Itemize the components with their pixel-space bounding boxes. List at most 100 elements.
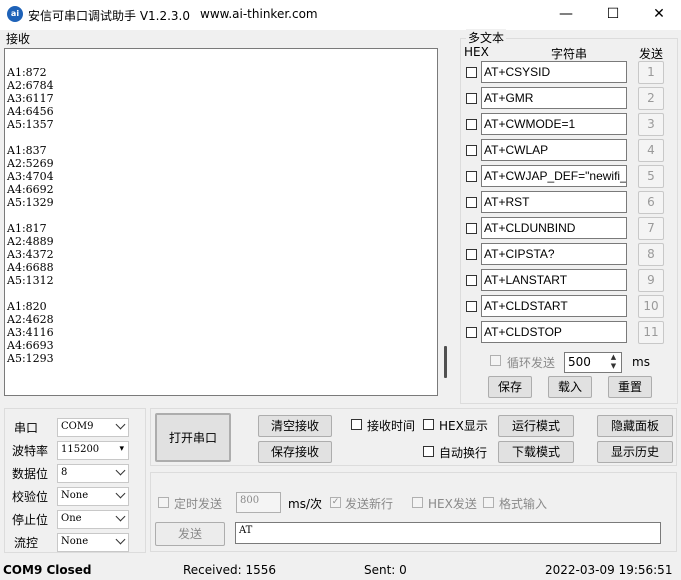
multi-text-hex-checkbox[interactable] xyxy=(466,301,477,312)
window-url: www.ai-thinker.com xyxy=(200,7,318,21)
multi-text-hex-checkbox[interactable] xyxy=(466,93,477,104)
multi-text-hex-checkbox[interactable] xyxy=(466,171,477,182)
sent-count: Sent: 0 xyxy=(364,563,407,577)
multi-text-input[interactable]: AT+CWMODE=1 xyxy=(481,113,627,135)
close-icon[interactable]: ✕ xyxy=(636,0,681,30)
open-port-button[interactable]: 打开串口 xyxy=(155,413,231,462)
multi-text-input[interactable]: AT+CLDSTOP xyxy=(481,321,627,343)
multi-text-title: 多文本 xyxy=(466,29,507,46)
multi-text-string-header: 字符串 xyxy=(551,47,588,61)
auto-newline-label: 自动换行 xyxy=(439,446,488,460)
loop-interval-spinner[interactable]: ▲ ▼ xyxy=(606,353,621,372)
minimize-icon[interactable]: — xyxy=(543,0,589,30)
port-select[interactable]: COM9 xyxy=(57,418,129,437)
multi-text-send-button[interactable]: 10 xyxy=(638,295,664,318)
loop-interval-unit: ms xyxy=(632,355,650,369)
chevron-down-icon xyxy=(115,488,126,499)
multi-text-send-button[interactable]: 6 xyxy=(638,191,664,214)
databits-label: 数据位 xyxy=(12,467,49,481)
hide-panel-button[interactable]: 隐藏面板 xyxy=(597,415,673,437)
show-history-button[interactable]: 显示历史 xyxy=(597,441,673,463)
auto-newline-checkbox[interactable] xyxy=(423,446,434,457)
chevron-down-icon xyxy=(115,511,126,522)
loop-send-checkbox[interactable] xyxy=(490,355,501,366)
flow-select[interactable]: None xyxy=(57,533,129,552)
multi-text-send-button[interactable]: 7 xyxy=(638,217,664,240)
stopbits-value: One xyxy=(61,513,82,524)
port-label: 串口 xyxy=(14,421,39,435)
datetime: 2022-03-09 19:56:51 xyxy=(545,563,673,577)
multi-text-send-button[interactable]: 5 xyxy=(638,165,664,188)
run-mode-button[interactable]: 运行模式 xyxy=(498,415,574,437)
chevron-down-icon xyxy=(115,534,126,545)
multi-text-send-button[interactable]: 9 xyxy=(638,269,664,292)
format-input-label: 格式输入 xyxy=(499,497,548,511)
multi-text-hex-checkbox[interactable] xyxy=(466,67,477,78)
send-button[interactable]: 发送 xyxy=(155,522,225,546)
timed-send-checkbox[interactable] xyxy=(158,497,169,508)
dropdown-arrow-icon: ▾ xyxy=(119,444,124,454)
databits-value: 8 xyxy=(61,467,68,478)
send-newline-label: 发送新行 xyxy=(345,497,394,511)
multi-text-hex-checkbox[interactable] xyxy=(466,223,477,234)
multi-text-hex-checkbox[interactable] xyxy=(466,197,477,208)
hex-display-checkbox[interactable] xyxy=(423,419,434,430)
multi-text-send-button[interactable]: 2 xyxy=(638,87,664,110)
receive-text: A1:872 A2:6784 A3:6117 A4:6456 A5:1357 A… xyxy=(7,66,54,365)
loop-send-label: 循环发送 xyxy=(507,356,556,370)
multi-text-input[interactable]: AT+LANSTART xyxy=(481,269,627,291)
multi-text-send-button[interactable]: 11 xyxy=(638,321,664,344)
baud-select[interactable]: 115200 ▾ xyxy=(57,441,129,460)
multi-text-hex-checkbox[interactable] xyxy=(466,119,477,130)
hex-send-checkbox[interactable] xyxy=(412,497,423,508)
stopbits-select[interactable]: One xyxy=(57,510,129,529)
multi-text-send-button[interactable]: 1 xyxy=(638,61,664,84)
parity-select[interactable]: None xyxy=(57,487,129,506)
timed-interval-input[interactable]: 800 xyxy=(236,492,281,513)
multi-text-send-button[interactable]: 4 xyxy=(638,139,664,162)
baud-label: 波特率 xyxy=(12,444,49,458)
multi-text-hex-checkbox[interactable] xyxy=(466,249,477,260)
multi-text-hex-header: HEX xyxy=(464,45,489,59)
multi-text-input[interactable]: AT+CLDUNBIND xyxy=(481,217,627,239)
reset-multi-text-button[interactable]: 重置 xyxy=(608,376,652,398)
save-multi-text-button[interactable]: 保存 xyxy=(488,376,532,398)
receive-scrollbar[interactable] xyxy=(444,346,447,378)
multi-text-send-header: 发送 xyxy=(639,47,664,61)
chevron-down-icon xyxy=(115,419,126,430)
flow-label: 流控 xyxy=(14,536,39,550)
multi-text-send-button[interactable]: 3 xyxy=(638,113,664,136)
multi-text-hex-checkbox[interactable] xyxy=(466,145,477,156)
download-mode-button[interactable]: 下载模式 xyxy=(498,441,574,463)
timed-send-label: 定时发送 xyxy=(174,497,223,511)
flow-value: None xyxy=(61,536,89,547)
databits-select[interactable]: 8 xyxy=(57,464,129,483)
multi-text-hex-checkbox[interactable] xyxy=(466,327,477,338)
clear-receive-button[interactable]: 清空接收 xyxy=(258,415,332,437)
port-value: COM9 xyxy=(61,421,94,432)
multi-text-send-button[interactable]: 8 xyxy=(638,243,664,266)
maximize-icon[interactable]: ☐ xyxy=(590,0,636,30)
multi-text-input[interactable]: AT+CWLAP xyxy=(481,139,627,161)
load-multi-text-button[interactable]: 载入 xyxy=(548,376,592,398)
receive-textarea[interactable]: A1:872 A2:6784 A3:6117 A4:6456 A5:1357 A… xyxy=(4,48,438,396)
send-input[interactable]: AT xyxy=(235,522,661,544)
save-receive-button[interactable]: 保存接收 xyxy=(258,441,332,463)
multi-text-input[interactable]: AT+CLDSTART xyxy=(481,295,627,317)
receive-label: 接收 xyxy=(6,32,31,46)
multi-text-hex-checkbox[interactable] xyxy=(466,275,477,286)
chevron-down-icon xyxy=(115,465,126,476)
multi-text-input[interactable]: AT+CSYSID xyxy=(481,61,627,83)
format-input-checkbox[interactable] xyxy=(483,497,494,508)
multi-text-input[interactable]: AT+CWJAP_DEF="newifi_ xyxy=(481,165,627,187)
received-count: Received: 1556 xyxy=(183,563,276,577)
multi-text-input[interactable]: AT+GMR xyxy=(481,87,627,109)
timed-interval-unit: ms/次 xyxy=(288,497,322,511)
multi-text-input[interactable]: AT+CIPSTA? xyxy=(481,243,627,265)
receive-time-checkbox[interactable] xyxy=(351,419,362,430)
app-logo-icon: ai xyxy=(7,6,23,22)
stopbits-label: 停止位 xyxy=(12,513,49,527)
port-status: COM9 Closed xyxy=(3,563,92,577)
send-newline-checkbox[interactable]: ✓ xyxy=(330,497,341,508)
multi-text-input[interactable]: AT+RST xyxy=(481,191,627,213)
